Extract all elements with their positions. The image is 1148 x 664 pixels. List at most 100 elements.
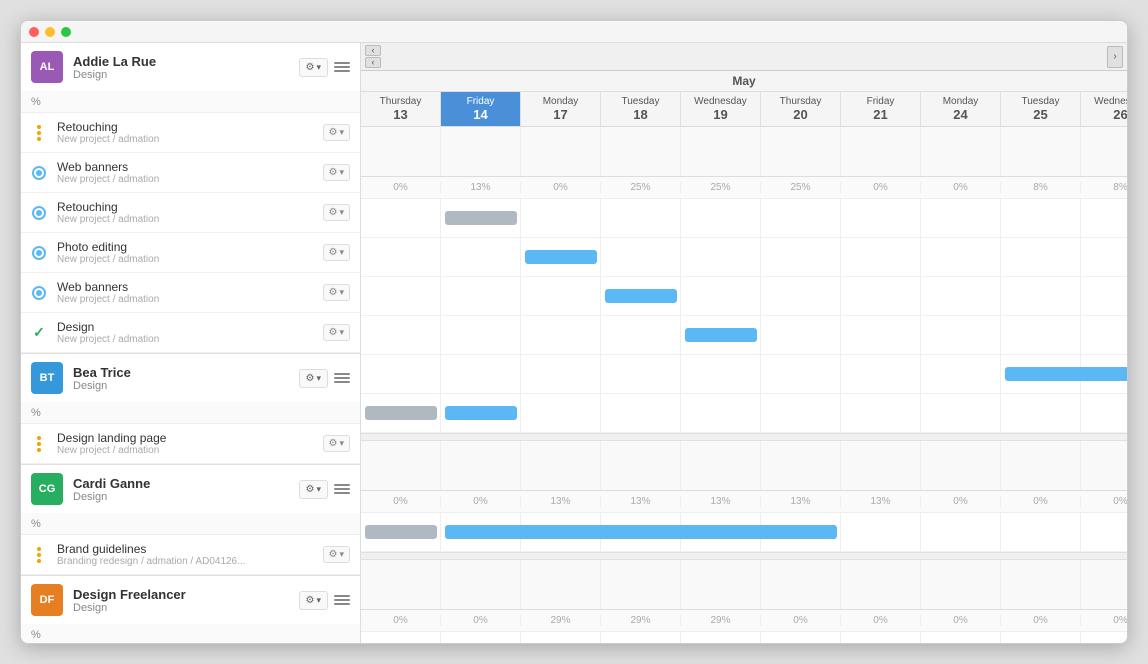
user-menu-cg[interactable] <box>334 481 350 497</box>
gantt-pct-cell-bt-2: 13% <box>521 496 601 507</box>
gantt-pct-cell-cg-2: 29% <box>521 615 601 626</box>
gantt-task-row-al-3 <box>361 316 1127 355</box>
user-menu-df[interactable] <box>334 592 350 608</box>
scroll-right-button[interactable]: › <box>1107 46 1123 68</box>
user-role-df: Design <box>73 602 299 614</box>
user-name-al: Addie La Rue <box>73 54 299 69</box>
gantt-pct-cell-cg-1: 0% <box>441 615 521 626</box>
day-col-19: Wednesday19 <box>681 92 761 126</box>
task-sub-bt-0: New project / admation <box>57 445 277 456</box>
day-col-24: Monday24 <box>921 92 1001 126</box>
task-row-al-1: Web bannersNew project / admation⚙ ▾ <box>21 153 360 193</box>
gantt-percent-row-al: 0%13%0%25%25%25%0%0%8%8% <box>361 177 1127 199</box>
gantt-bar-al-0 <box>445 211 517 225</box>
gantt-user-header-al <box>361 127 1127 177</box>
task-icon-cg-0 <box>31 547 47 563</box>
section-sep-bt <box>361 552 1127 560</box>
user-gear-df[interactable]: ⚙ ▾ <box>299 591 329 610</box>
gantt-bar-al-5 <box>445 406 517 420</box>
minimize-button[interactable] <box>45 27 55 37</box>
gantt-task-row-cg-0 <box>361 632 1127 643</box>
task-icon-al-0 <box>31 125 47 141</box>
gantt-percent-row-bt: 0%0%13%13%13%13%13%0%0%0% <box>361 491 1127 513</box>
month-label: May <box>361 71 1127 92</box>
user-name-bt: Bea Trice <box>73 365 299 380</box>
user-menu-al[interactable] <box>334 59 350 75</box>
gantt-percent-row-cg: 0%0%29%29%29%0%0%0%0%0% <box>361 610 1127 632</box>
percent-label-df: % <box>21 624 360 643</box>
task-gear-al-0[interactable]: ⚙ ▾ <box>323 124 351 141</box>
user-header-df: DF Design FreelancerDesign⚙ ▾ <box>21 576 360 624</box>
gantt-task-row-al-4 <box>361 355 1127 394</box>
task-row-al-5: ✓DesignNew project / admation⚙ ▾ <box>21 313 360 353</box>
day-col-14: Friday14 <box>441 92 521 126</box>
task-name-al-1: Web banners <box>57 160 323 174</box>
gantt-pct-cell-al-4: 25% <box>681 182 761 193</box>
task-gear-al-2[interactable]: ⚙ ▾ <box>323 204 351 221</box>
close-button[interactable] <box>29 27 39 37</box>
user-role-cg: Design <box>73 491 299 503</box>
task-name-al-5: Design <box>57 320 323 334</box>
task-row-al-3: Photo editingNew project / admation⚙ ▾ <box>21 233 360 273</box>
day-col-26: Wednesday26 <box>1081 92 1127 126</box>
gantt-pct-cell-cg-8: 0% <box>1001 615 1081 626</box>
task-sub-al-5: New project / admation <box>57 334 277 345</box>
task-sub-al-4: New project / admation <box>57 294 277 305</box>
gantt-bar-al-4 <box>1005 367 1127 381</box>
user-name-cg: Cardi Ganne <box>73 476 299 491</box>
user-gear-bt[interactable]: ⚙ ▾ <box>299 369 329 388</box>
task-name-al-0: Retouching <box>57 120 323 134</box>
top-nav-bar: ‹‹ › <box>361 43 1127 71</box>
gantt-bar-bt-0 <box>365 525 437 539</box>
task-gear-al-3[interactable]: ⚙ ▾ <box>323 244 351 261</box>
task-gear-bt-0[interactable]: ⚙ ▾ <box>323 435 351 452</box>
maximize-button[interactable] <box>61 27 71 37</box>
main-content: ALAddie La RueDesign⚙ ▾%RetouchingNew pr… <box>21 43 1127 643</box>
day-col-25: Tuesday25 <box>1001 92 1081 126</box>
task-gear-cg-0[interactable]: ⚙ ▾ <box>323 546 351 563</box>
user-section-df: DFDesign FreelancerDesign⚙ ▾%Remarketing… <box>21 576 360 643</box>
task-row-bt-0: Design landing pageNew project / admatio… <box>21 424 360 464</box>
task-name-al-4: Web banners <box>57 280 323 294</box>
task-sub-al-3: New project / admation <box>57 254 277 265</box>
task-gear-al-1[interactable]: ⚙ ▾ <box>323 164 351 181</box>
gantt-pct-cell-cg-3: 29% <box>601 615 681 626</box>
gantt-bar-bt-0 <box>445 525 837 539</box>
gantt-panel[interactable]: ‹‹ › MayThursday13Friday14Monday17Tuesday1… <box>361 43 1127 643</box>
gantt-user-header-cg <box>361 560 1127 610</box>
gantt-pct-cell-bt-1: 0% <box>441 496 521 507</box>
user-section-al: ALAddie La RueDesign⚙ ▾%RetouchingNew pr… <box>21 43 360 354</box>
avatar-bt: BT <box>31 362 63 394</box>
avatar-df: DF <box>31 584 63 616</box>
gantt-bar-al-1 <box>525 250 597 264</box>
user-header-bt: BT Bea TriceDesign⚙ ▾ <box>21 354 360 402</box>
task-row-cg-0: Brand guidelinesBranding redesign / adma… <box>21 535 360 575</box>
gantt-pct-cell-al-9: 8% <box>1081 182 1127 193</box>
gantt-pct-cell-al-0: 0% <box>361 182 441 193</box>
avatar-al: AL <box>31 51 63 83</box>
task-icon-al-1 <box>31 165 47 181</box>
percent-label-al: % <box>21 91 360 113</box>
days-header-row: Thursday13Friday14Monday17Tuesday18Wedne… <box>361 92 1127 127</box>
gantt-pct-cell-bt-9: 0% <box>1081 496 1127 507</box>
user-role-al: Design <box>73 69 299 81</box>
scroll-left-button-1[interactable]: ‹ <box>365 45 381 56</box>
user-gear-cg[interactable]: ⚙ ▾ <box>299 480 329 499</box>
gantt-task-row-al-0 <box>361 199 1127 238</box>
gantt-pct-cell-bt-7: 0% <box>921 496 1001 507</box>
gantt-bar-al-3 <box>685 328 757 342</box>
user-gear-al[interactable]: ⚙ ▾ <box>299 58 329 77</box>
task-gear-al-5[interactable]: ⚙ ▾ <box>323 324 351 341</box>
gantt-pct-cell-cg-9: 0% <box>1081 615 1127 626</box>
user-name-df: Design Freelancer <box>73 587 299 602</box>
gantt-body: 0%13%0%25%25%25%0%0%8%8%0%0%13%13%13%13%… <box>361 127 1127 643</box>
gantt-pct-cell-al-3: 25% <box>601 182 681 193</box>
gantt-pct-cell-cg-7: 0% <box>921 615 1001 626</box>
user-menu-bt[interactable] <box>334 370 350 386</box>
gantt-task-row-al-5 <box>361 394 1127 433</box>
left-panel: ALAddie La RueDesign⚙ ▾%RetouchingNew pr… <box>21 43 361 643</box>
user-role-bt: Design <box>73 380 299 392</box>
task-gear-al-4[interactable]: ⚙ ▾ <box>323 284 351 301</box>
scroll-left-button-2[interactable]: ‹ <box>365 57 381 68</box>
gantt-pct-cell-bt-0: 0% <box>361 496 441 507</box>
